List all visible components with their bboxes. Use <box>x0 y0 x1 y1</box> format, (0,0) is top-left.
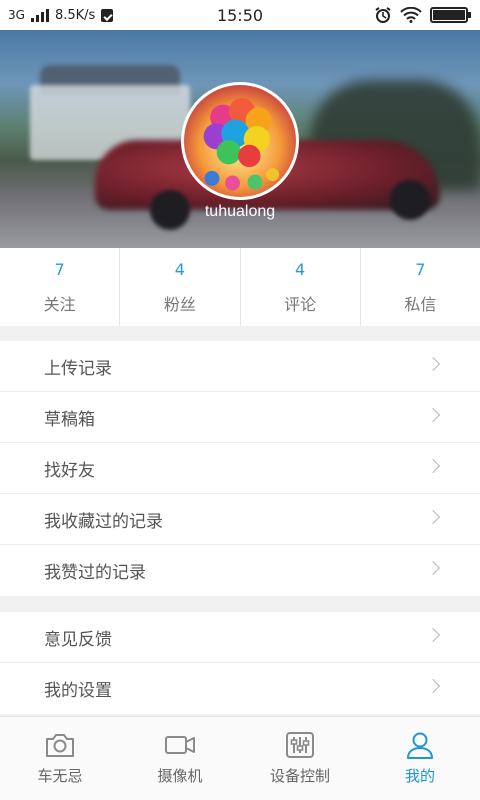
menu-item-liked[interactable]: 我赞过的记录 <box>0 545 480 596</box>
stat-value: 7 <box>415 259 426 279</box>
menu-item-settings[interactable]: 我的设置 <box>0 663 480 714</box>
menu-item-upload-records[interactable]: 上传记录 <box>0 341 480 392</box>
stat-label: 粉丝 <box>163 294 196 314</box>
chevron-right-icon <box>425 627 441 643</box>
tab-cheweiji[interactable]: 车无忌 <box>0 717 120 800</box>
tab-label: 我的 <box>404 767 435 785</box>
stat-label: 评论 <box>284 294 317 314</box>
chevron-right-icon <box>425 678 441 694</box>
chevron-right-icon <box>425 407 441 423</box>
chevron-right-icon <box>425 458 441 474</box>
tab-label: 车无忌 <box>37 767 83 785</box>
stat-value: 7 <box>54 259 65 279</box>
menu-item-feedback[interactable]: 意见反馈 <box>0 612 480 663</box>
stat-followers[interactable]: 4 粉丝 <box>120 248 241 326</box>
menu-item-label: 我的设置 <box>44 681 112 701</box>
menu-item-label: 意见反馈 <box>44 629 112 650</box>
alarm-icon <box>375 7 391 23</box>
menu-item-label: 上传记录 <box>44 358 112 379</box>
person-icon <box>407 732 433 759</box>
menu-item-favorites[interactable]: 我收藏过的记录 <box>0 494 480 545</box>
stat-messages[interactable]: 7 私信 <box>361 248 480 326</box>
network-speed: 8.5K/s <box>54 7 96 23</box>
tab-label: 摄像机 <box>157 767 203 785</box>
chevron-right-icon <box>425 560 441 576</box>
network-type: 3G <box>8 8 25 22</box>
menu-item-drafts[interactable]: 草稿箱 <box>0 392 480 443</box>
video-camera-icon <box>165 736 195 754</box>
menu-item-label: 找好友 <box>44 460 95 481</box>
stat-label: 关注 <box>43 294 76 314</box>
sliders-icon <box>286 732 314 758</box>
tab-me[interactable]: 我的 <box>360 717 480 800</box>
stat-label: 私信 <box>404 294 437 314</box>
stat-comments[interactable]: 4 评论 <box>241 248 361 326</box>
tab-camera[interactable]: 摄像机 <box>120 717 240 800</box>
username: tuhualong <box>204 203 276 220</box>
menu-item-label: 草稿箱 <box>44 409 95 430</box>
menu-item-label: 我赞过的记录 <box>44 563 146 583</box>
camera-icon <box>46 734 74 757</box>
menu-item-label: 我收藏过的记录 <box>44 511 163 532</box>
tab-label: 设备控制 <box>269 767 330 785</box>
stat-value: 4 <box>295 259 306 279</box>
status-bar: 3G 8.5K/s 15:50 <box>0 0 480 30</box>
chevron-right-icon <box>425 356 441 372</box>
bottom-tab-bar: 车无忌 摄像机 设备控制 我的 <box>0 716 480 800</box>
stat-value: 4 <box>174 259 185 279</box>
menu-group-records: 上传记录 草稿箱 找好友 我收藏过的记录 我赞过的记录 <box>0 341 480 596</box>
avatar-image <box>184 85 296 197</box>
clipboard-check-icon <box>101 8 114 22</box>
battery-icon <box>430 7 471 23</box>
wifi-icon <box>400 7 422 23</box>
chevron-right-icon <box>425 509 441 525</box>
menu-group-settings: 意见反馈 我的设置 <box>0 612 480 714</box>
signal-icon <box>30 8 49 22</box>
profile-stats: 7 关注 4 粉丝 4 评论 7 私信 <box>0 248 480 326</box>
tab-device-control[interactable]: 设备控制 <box>240 717 360 800</box>
stat-following[interactable]: 7 关注 <box>0 248 121 326</box>
avatar[interactable] <box>181 82 299 200</box>
menu-item-find-friends[interactable]: 找好友 <box>0 443 480 494</box>
